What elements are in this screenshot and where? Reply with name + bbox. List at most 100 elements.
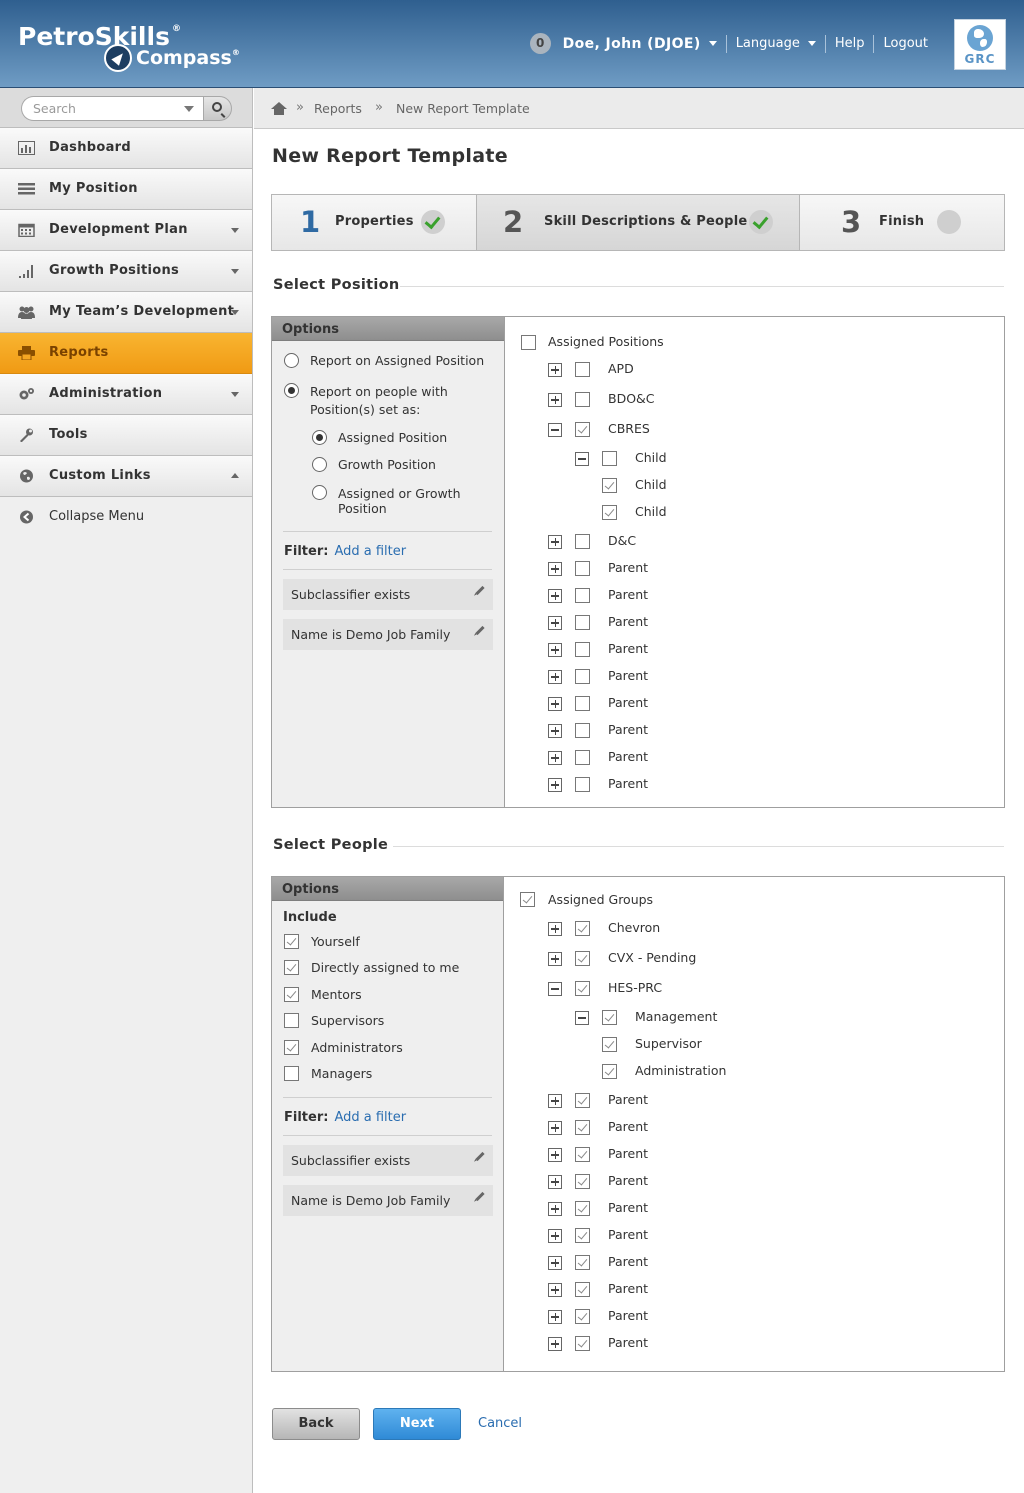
include-checkbox[interactable] xyxy=(284,1040,299,1055)
tree-checkbox[interactable] xyxy=(575,1201,590,1216)
tree-checkbox[interactable] xyxy=(575,1228,590,1243)
expand-icon[interactable] xyxy=(548,643,562,657)
back-button[interactable]: Back xyxy=(272,1408,360,1440)
filter-chip[interactable]: Subclassifier exists xyxy=(283,1145,493,1176)
tree-checkbox[interactable] xyxy=(575,588,590,603)
language-menu[interactable]: Language xyxy=(736,36,816,51)
notification-badge[interactable]: 0 xyxy=(529,33,551,54)
help-link[interactable]: Help xyxy=(835,36,865,51)
sidebar-item-administration[interactable]: Administration xyxy=(0,374,252,415)
search-dropdown-icon[interactable] xyxy=(184,106,194,112)
tree-checkbox[interactable] xyxy=(575,777,590,792)
include-checkbox[interactable] xyxy=(284,1066,299,1081)
tree-checkbox[interactable] xyxy=(575,362,590,377)
tree-checkbox[interactable] xyxy=(575,921,590,936)
tree-checkbox[interactable] xyxy=(575,534,590,549)
collapse-icon[interactable] xyxy=(548,423,562,437)
tree-checkbox-root[interactable] xyxy=(521,335,536,350)
petroskills-compass-logo[interactable]: PetroSkills ® Compass® xyxy=(18,14,240,72)
tree-checkbox[interactable] xyxy=(602,1064,617,1079)
tree-checkbox[interactable] xyxy=(575,696,590,711)
tree-checkbox[interactable] xyxy=(575,981,590,996)
cancel-link[interactable]: Cancel xyxy=(478,1416,522,1431)
search-input[interactable] xyxy=(21,96,203,121)
expand-icon[interactable] xyxy=(548,1175,562,1189)
tree-checkbox[interactable] xyxy=(575,1174,590,1189)
pencil-icon[interactable] xyxy=(475,625,485,636)
tree-checkbox-root[interactable] xyxy=(520,892,535,907)
logout-link[interactable]: Logout xyxy=(883,36,928,51)
radio-report-assigned[interactable] xyxy=(284,353,299,368)
tree-checkbox[interactable] xyxy=(575,951,590,966)
expand-icon[interactable] xyxy=(548,1229,562,1243)
sidebar-item-my-teams-development[interactable]: My Team’s Development xyxy=(0,292,252,333)
tree-checkbox[interactable] xyxy=(575,1336,590,1351)
expand-icon[interactable] xyxy=(548,1310,562,1324)
tree-checkbox[interactable] xyxy=(575,1309,590,1324)
collapse-icon[interactable] xyxy=(575,452,589,466)
tree-checkbox[interactable] xyxy=(602,1037,617,1052)
expand-icon[interactable] xyxy=(548,1148,562,1162)
expand-icon[interactable] xyxy=(548,535,562,549)
tree-checkbox[interactable] xyxy=(575,615,590,630)
tree-checkbox[interactable] xyxy=(575,392,590,407)
tree-checkbox[interactable] xyxy=(575,561,590,576)
home-icon[interactable] xyxy=(271,102,287,115)
add-filter-link[interactable]: Add a filter xyxy=(334,1110,406,1125)
next-button[interactable]: Next xyxy=(373,1408,461,1440)
sidebar-item-my-position[interactable]: My Position xyxy=(0,169,252,210)
tree-checkbox[interactable] xyxy=(575,642,590,657)
pencil-icon[interactable] xyxy=(475,1191,485,1202)
step-properties[interactable]: 1 Properties xyxy=(272,195,476,250)
tree-checkbox[interactable] xyxy=(602,505,617,520)
pencil-icon[interactable] xyxy=(475,585,485,596)
expand-icon[interactable] xyxy=(548,778,562,792)
expand-icon[interactable] xyxy=(548,1094,562,1108)
expand-icon[interactable] xyxy=(548,589,562,603)
tree-checkbox[interactable] xyxy=(575,723,590,738)
tree-checkbox[interactable] xyxy=(575,1255,590,1270)
tree-checkbox[interactable] xyxy=(602,451,617,466)
filter-chip[interactable]: Subclassifier exists xyxy=(283,579,493,610)
expand-icon[interactable] xyxy=(548,724,562,738)
breadcrumb-reports[interactable]: Reports xyxy=(314,101,362,116)
expand-icon[interactable] xyxy=(548,1283,562,1297)
step-skill-descriptions-people[interactable]: 2 Skill Descriptions & People xyxy=(476,195,800,250)
sidebar-item-reports[interactable]: Reports xyxy=(0,333,252,374)
sidebar-item-custom-links[interactable]: Custom Links xyxy=(0,456,252,497)
search-button[interactable] xyxy=(203,96,232,121)
expand-icon[interactable] xyxy=(548,1256,562,1270)
step-finish[interactable]: 3 Finish xyxy=(800,195,1005,250)
tree-checkbox[interactable] xyxy=(575,750,590,765)
tree-checkbox[interactable] xyxy=(575,1147,590,1162)
expand-icon[interactable] xyxy=(548,952,562,966)
tree-checkbox[interactable] xyxy=(575,1282,590,1297)
collapse-menu-button[interactable]: Collapse Menu xyxy=(0,497,252,538)
sidebar-item-growth-positions[interactable]: Growth Positions xyxy=(0,251,252,292)
include-checkbox[interactable] xyxy=(284,987,299,1002)
expand-icon[interactable] xyxy=(548,697,562,711)
filter-chip[interactable]: Name is Demo Job Family xyxy=(283,1185,493,1216)
include-checkbox[interactable] xyxy=(284,1013,299,1028)
radio-report-people[interactable] xyxy=(284,383,299,398)
expand-icon[interactable] xyxy=(548,1121,562,1135)
radio-growth-position[interactable] xyxy=(312,457,327,472)
add-filter-link[interactable]: Add a filter xyxy=(334,544,406,559)
sidebar-item-development-plan[interactable]: Development Plan xyxy=(0,210,252,251)
filter-chip[interactable]: Name is Demo Job Family xyxy=(283,619,493,650)
expand-icon[interactable] xyxy=(548,393,562,407)
tree-checkbox[interactable] xyxy=(575,422,590,437)
tree-checkbox[interactable] xyxy=(575,1120,590,1135)
radio-assigned-position[interactable] xyxy=(312,430,327,445)
sidebar-item-tools[interactable]: Tools xyxy=(0,415,252,456)
expand-icon[interactable] xyxy=(548,751,562,765)
collapse-icon[interactable] xyxy=(575,1011,589,1025)
pencil-icon[interactable] xyxy=(475,1151,485,1162)
tree-checkbox[interactable] xyxy=(602,478,617,493)
expand-icon[interactable] xyxy=(548,1337,562,1351)
include-checkbox[interactable] xyxy=(284,934,299,949)
collapse-icon[interactable] xyxy=(548,982,562,996)
expand-icon[interactable] xyxy=(548,363,562,377)
expand-icon[interactable] xyxy=(548,1202,562,1216)
tree-checkbox[interactable] xyxy=(575,1093,590,1108)
